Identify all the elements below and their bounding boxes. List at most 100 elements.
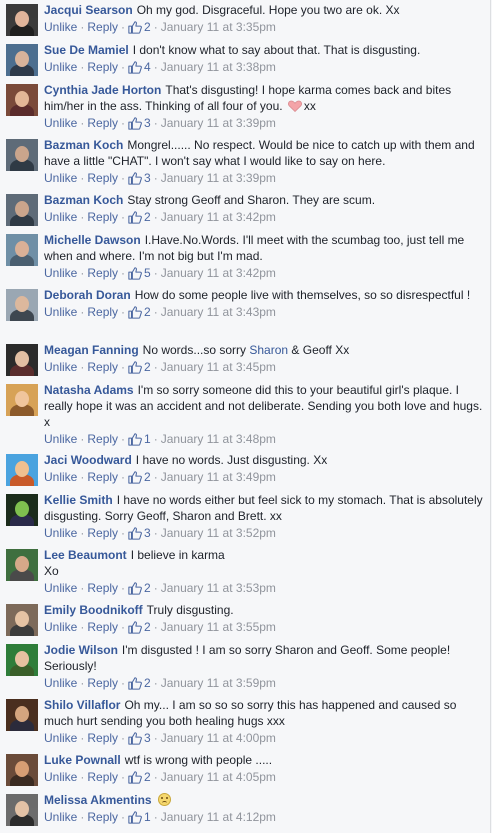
reply-link[interactable]: Reply bbox=[87, 676, 118, 690]
unlike-link[interactable]: Unlike bbox=[44, 266, 77, 280]
reply-link[interactable]: Reply bbox=[87, 526, 118, 540]
comment-author[interactable]: Jaci Woodward bbox=[44, 453, 132, 467]
unlike-link[interactable]: Unlike bbox=[44, 360, 77, 374]
like-count[interactable]: 3 bbox=[144, 171, 151, 185]
reply-link[interactable]: Reply bbox=[87, 620, 118, 634]
unlike-link[interactable]: Unlike bbox=[44, 526, 77, 540]
unlike-link[interactable]: Unlike bbox=[44, 731, 77, 745]
like-count[interactable]: 2 bbox=[144, 581, 151, 595]
comment-author[interactable]: Meagan Fanning bbox=[44, 343, 139, 357]
avatar[interactable] bbox=[6, 549, 38, 581]
timestamp[interactable]: January 11 at 3:39pm bbox=[161, 116, 276, 130]
tagged-person-link[interactable]: Sharon bbox=[249, 343, 288, 357]
like-count[interactable]: 2 bbox=[144, 470, 151, 484]
comment-author[interactable]: Lee Beaumont bbox=[44, 548, 127, 562]
timestamp[interactable]: January 11 at 3:48pm bbox=[161, 432, 276, 446]
avatar[interactable] bbox=[6, 139, 38, 171]
unlike-link[interactable]: Unlike bbox=[44, 810, 77, 824]
like-count[interactable]: 1 bbox=[144, 810, 151, 824]
thumbs-up-icon[interactable] bbox=[128, 116, 142, 130]
timestamp[interactable]: January 11 at 3:35pm bbox=[161, 20, 276, 34]
like-count[interactable]: 4 bbox=[144, 60, 151, 74]
avatar[interactable] bbox=[6, 289, 38, 321]
timestamp[interactable]: January 11 at 3:43pm bbox=[161, 305, 276, 319]
thumbs-up-icon[interactable] bbox=[128, 620, 142, 634]
reply-link[interactable]: Reply bbox=[87, 60, 118, 74]
unlike-link[interactable]: Unlike bbox=[44, 770, 77, 784]
timestamp[interactable]: January 11 at 3:39pm bbox=[161, 171, 276, 185]
timestamp[interactable]: January 11 at 4:05pm bbox=[161, 770, 276, 784]
reply-link[interactable]: Reply bbox=[87, 305, 118, 319]
thumbs-up-icon[interactable] bbox=[128, 676, 142, 690]
reply-link[interactable]: Reply bbox=[87, 171, 118, 185]
like-count[interactable]: 2 bbox=[144, 305, 151, 319]
comment-author[interactable]: Shilo Villaflor bbox=[44, 698, 120, 712]
like-count[interactable]: 3 bbox=[144, 116, 151, 130]
unlike-link[interactable]: Unlike bbox=[44, 210, 77, 224]
timestamp[interactable]: January 11 at 3:45pm bbox=[161, 360, 276, 374]
avatar[interactable] bbox=[6, 699, 38, 731]
thumbs-up-icon[interactable] bbox=[128, 470, 142, 484]
thumbs-up-icon[interactable] bbox=[128, 360, 142, 374]
reply-link[interactable]: Reply bbox=[87, 116, 118, 130]
comment-author[interactable]: Kellie Smith bbox=[44, 493, 113, 507]
timestamp[interactable]: January 11 at 3:53pm bbox=[161, 581, 276, 595]
comment-author[interactable]: Cynthia Jade Horton bbox=[44, 83, 161, 97]
reply-link[interactable]: Reply bbox=[87, 581, 118, 595]
reply-link[interactable]: Reply bbox=[87, 770, 118, 784]
reply-link[interactable]: Reply bbox=[87, 470, 118, 484]
unlike-link[interactable]: Unlike bbox=[44, 171, 77, 185]
avatar[interactable] bbox=[6, 494, 38, 526]
avatar[interactable] bbox=[6, 4, 38, 36]
timestamp[interactable]: January 11 at 4:12pm bbox=[161, 810, 276, 824]
avatar[interactable] bbox=[6, 384, 38, 416]
avatar[interactable] bbox=[6, 344, 38, 376]
thumbs-up-icon[interactable] bbox=[128, 581, 142, 595]
comment-author[interactable]: Deborah Doran bbox=[44, 288, 131, 302]
avatar[interactable] bbox=[6, 194, 38, 226]
reply-link[interactable]: Reply bbox=[87, 432, 118, 446]
unlike-link[interactable]: Unlike bbox=[44, 60, 77, 74]
unlike-link[interactable]: Unlike bbox=[44, 432, 77, 446]
comment-author[interactable]: Melissa Akmentins bbox=[44, 793, 152, 807]
reply-link[interactable]: Reply bbox=[87, 266, 118, 280]
like-count[interactable]: 2 bbox=[144, 360, 151, 374]
timestamp[interactable]: January 11 at 3:42pm bbox=[161, 266, 276, 280]
reply-link[interactable]: Reply bbox=[87, 210, 118, 224]
timestamp[interactable]: January 11 at 3:55pm bbox=[161, 620, 276, 634]
reply-link[interactable]: Reply bbox=[87, 731, 118, 745]
timestamp[interactable]: January 11 at 3:52pm bbox=[161, 526, 276, 540]
comment-author[interactable]: Sue De Mamiel bbox=[44, 43, 129, 57]
unlike-link[interactable]: Unlike bbox=[44, 116, 77, 130]
avatar[interactable] bbox=[6, 44, 38, 76]
thumbs-up-icon[interactable] bbox=[128, 20, 142, 34]
comment-author[interactable]: Natasha Adams bbox=[44, 383, 134, 397]
thumbs-up-icon[interactable] bbox=[128, 526, 142, 540]
unlike-link[interactable]: Unlike bbox=[44, 470, 77, 484]
comment-author[interactable]: Emily Boodnikoff bbox=[44, 603, 143, 617]
avatar[interactable] bbox=[6, 84, 38, 116]
comment-author[interactable]: Jodie Wilson bbox=[44, 643, 118, 657]
timestamp[interactable]: January 11 at 3:49pm bbox=[161, 470, 276, 484]
thumbs-up-icon[interactable] bbox=[128, 770, 142, 784]
unlike-link[interactable]: Unlike bbox=[44, 305, 77, 319]
like-count[interactable]: 2 bbox=[144, 210, 151, 224]
avatar[interactable] bbox=[6, 794, 38, 826]
timestamp[interactable]: January 11 at 4:00pm bbox=[161, 731, 276, 745]
unlike-link[interactable]: Unlike bbox=[44, 620, 77, 634]
timestamp[interactable]: January 11 at 3:42pm bbox=[161, 210, 276, 224]
thumbs-up-icon[interactable] bbox=[128, 266, 142, 280]
reply-link[interactable]: Reply bbox=[87, 20, 118, 34]
comment-author[interactable]: Bazman Koch bbox=[44, 193, 123, 207]
like-count[interactable]: 3 bbox=[144, 731, 151, 745]
thumbs-up-icon[interactable] bbox=[128, 305, 142, 319]
unlike-link[interactable]: Unlike bbox=[44, 581, 77, 595]
thumbs-up-icon[interactable] bbox=[128, 210, 142, 224]
like-count[interactable]: 5 bbox=[144, 266, 151, 280]
unlike-link[interactable]: Unlike bbox=[44, 676, 77, 690]
thumbs-up-icon[interactable] bbox=[128, 731, 142, 745]
timestamp[interactable]: January 11 at 3:59pm bbox=[161, 676, 276, 690]
like-count[interactable]: 1 bbox=[144, 432, 151, 446]
avatar[interactable] bbox=[6, 234, 38, 266]
thumbs-up-icon[interactable] bbox=[128, 432, 142, 446]
